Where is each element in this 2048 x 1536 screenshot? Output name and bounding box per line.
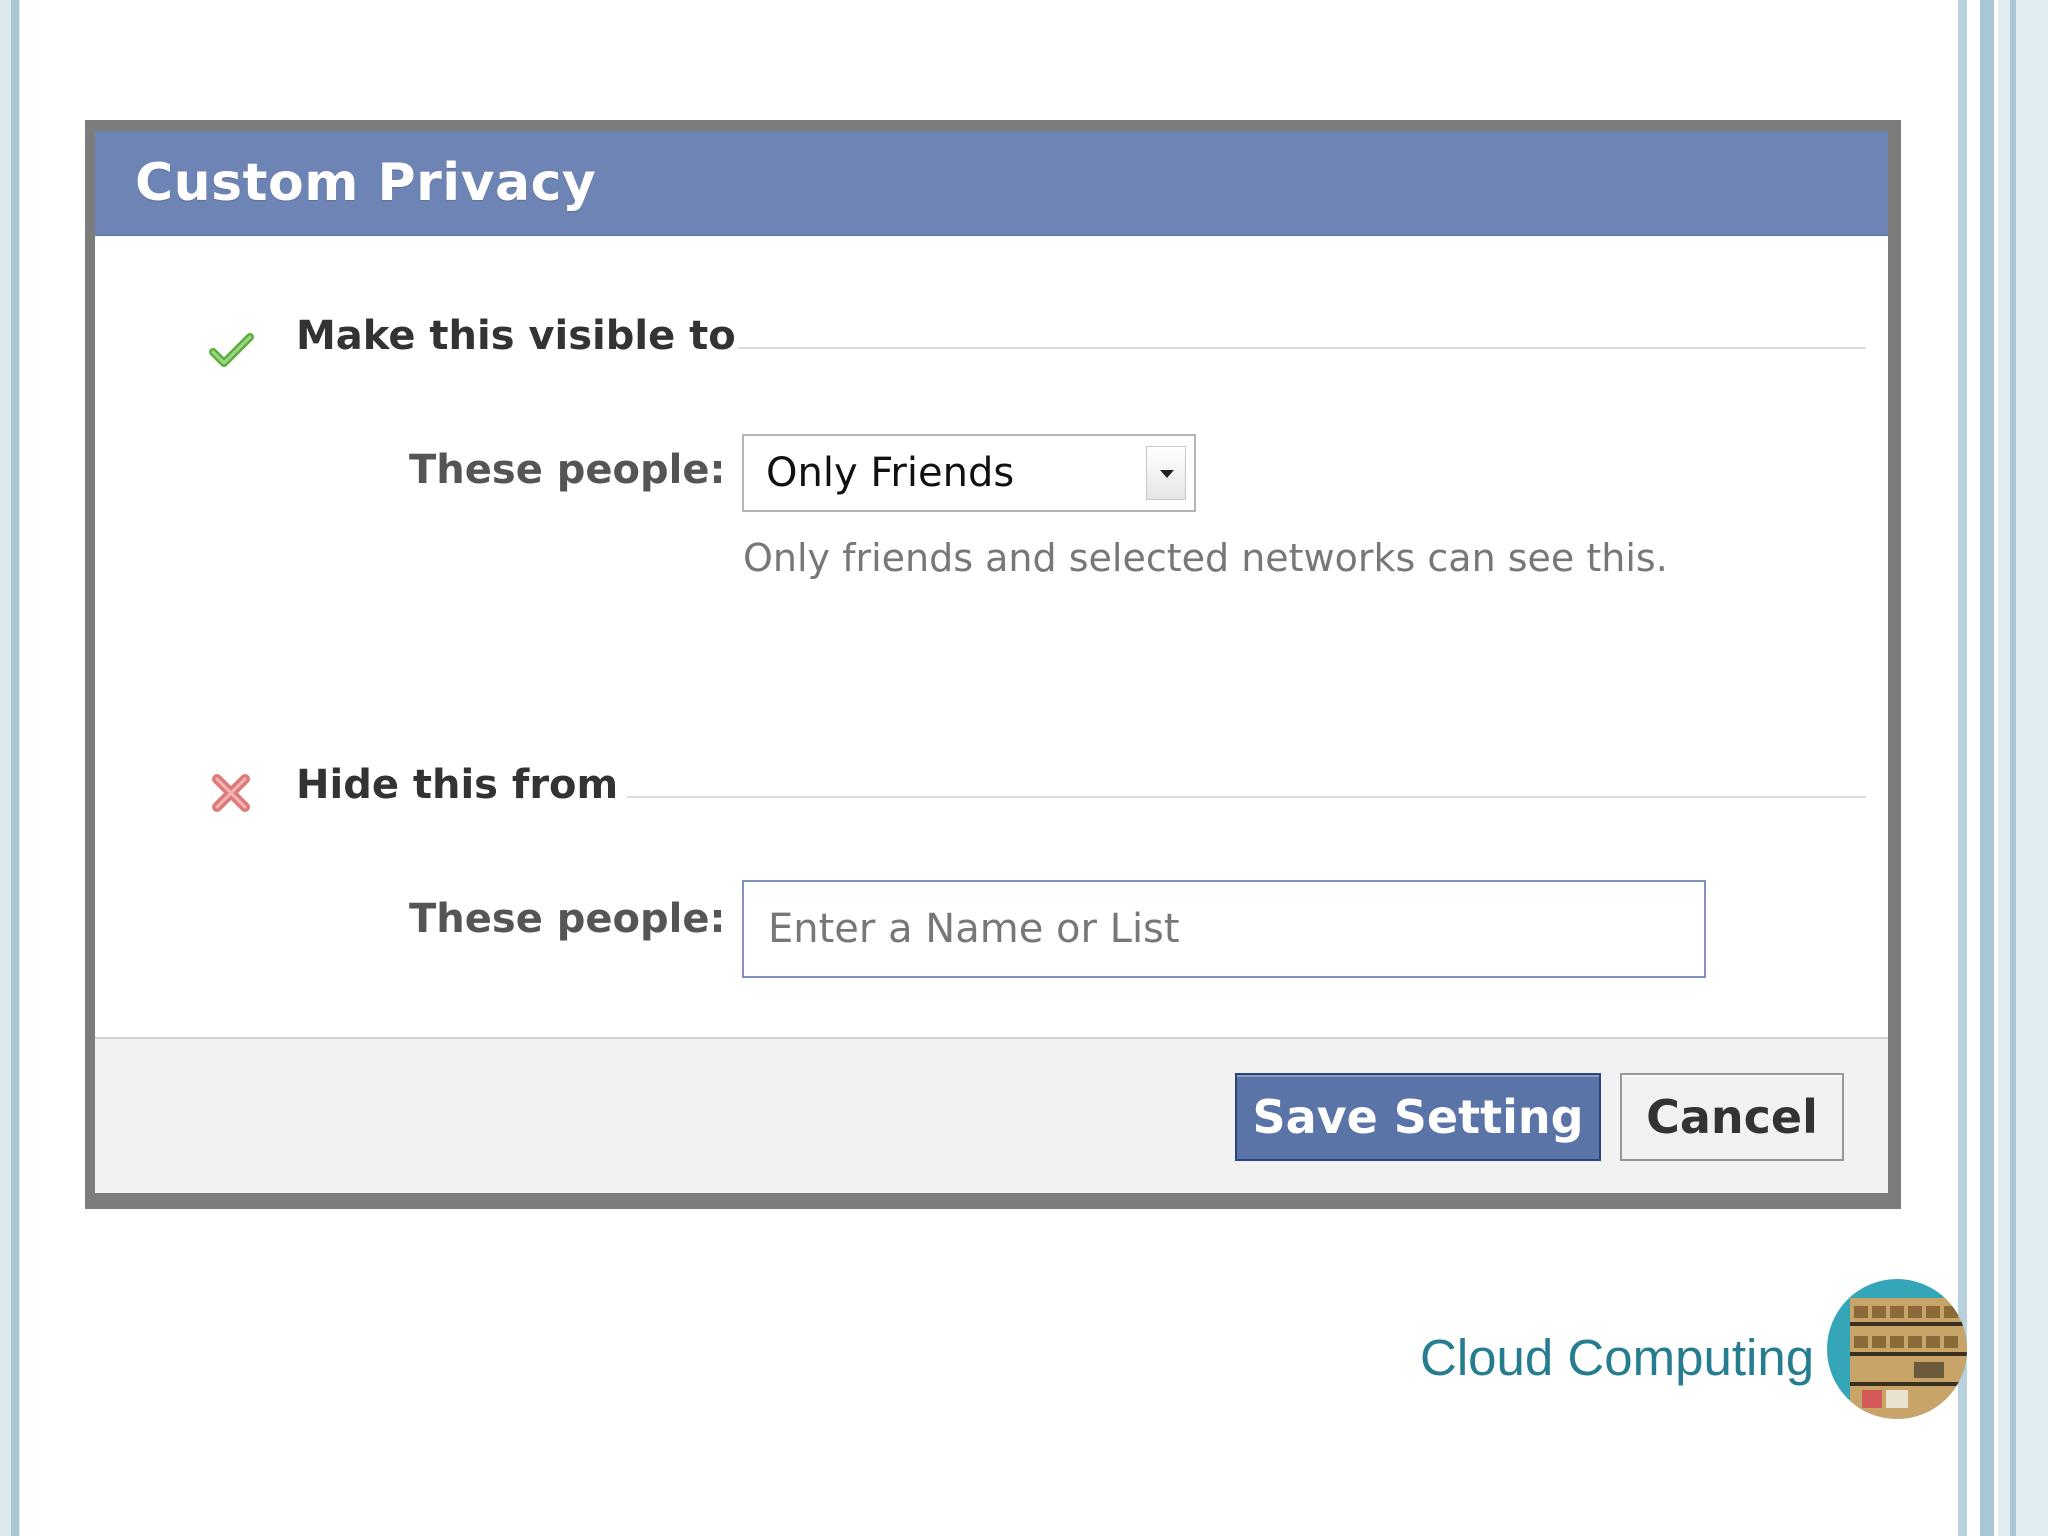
section-divider bbox=[627, 796, 1866, 798]
slide-right-stripe bbox=[2010, 0, 2016, 1536]
slide-left-border-line bbox=[11, 0, 19, 1536]
privacy-select[interactable]: Only Friends bbox=[742, 434, 1196, 512]
hide-section-title: Hide this from bbox=[296, 762, 619, 808]
visible-section-title: Make this visible to bbox=[296, 313, 736, 359]
custom-privacy-dialog: Custom Privacy Make this visible to Thes… bbox=[95, 131, 1888, 1193]
section-divider bbox=[738, 347, 1866, 349]
slide-footer-text: Cloud Computing bbox=[1420, 1329, 1815, 1386]
hide-from-input[interactable] bbox=[742, 880, 1706, 978]
slide-right-stripe bbox=[1998, 0, 2048, 1536]
visible-people-label: These people: bbox=[409, 447, 726, 493]
x-icon bbox=[207, 769, 255, 817]
privacy-help-text: Only friends and selected networks can s… bbox=[743, 536, 1668, 580]
check-icon bbox=[207, 326, 255, 374]
dialog-title: Custom Privacy bbox=[135, 153, 597, 213]
dialog-footer: Save Setting Cancel bbox=[95, 1037, 1888, 1193]
hide-people-label: These people: bbox=[409, 896, 726, 942]
dialog-header: Custom Privacy bbox=[95, 131, 1888, 236]
slide-right-stripe bbox=[1980, 0, 1994, 1536]
privacy-select-value: Only Friends bbox=[766, 450, 1015, 496]
save-setting-button[interactable]: Save Setting bbox=[1235, 1073, 1601, 1161]
chevron-down-icon[interactable] bbox=[1146, 446, 1186, 500]
cloud-computing-logo bbox=[1826, 1278, 1968, 1420]
cancel-button[interactable]: Cancel bbox=[1620, 1073, 1844, 1161]
